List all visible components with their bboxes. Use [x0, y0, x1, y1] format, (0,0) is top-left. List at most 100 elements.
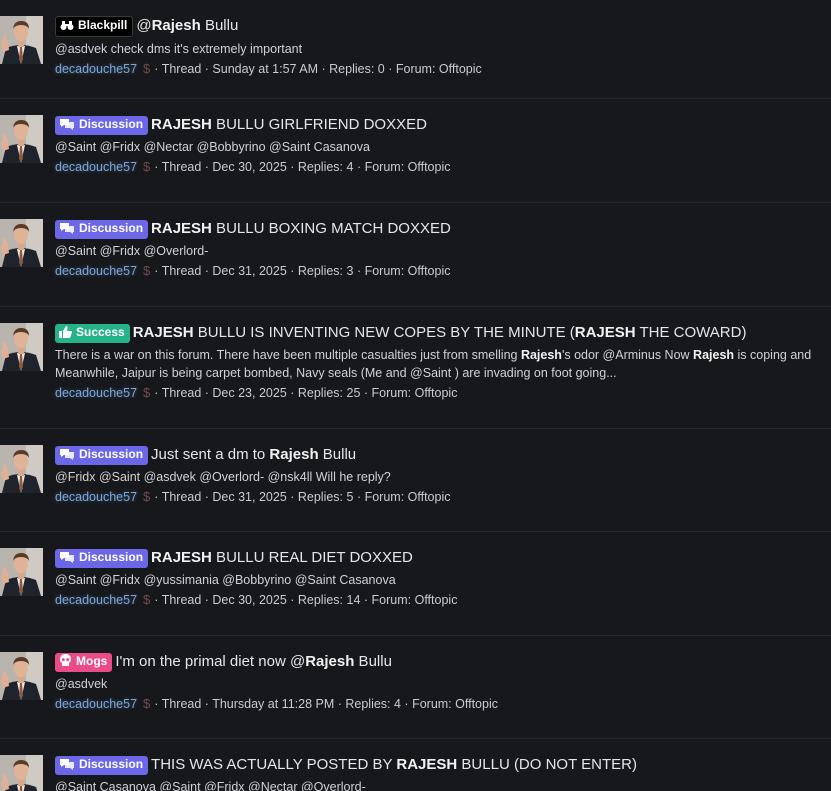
avatar[interactable] [0, 16, 43, 64]
author-username-link[interactable]: decadouche57 [55, 697, 137, 711]
search-result-item[interactable]: Discussion RAJESH BULLU REAL DIET DOXXED @… [0, 532, 831, 636]
snippet-fragment: There is a war on this forum. There have… [55, 348, 521, 362]
search-result-item[interactable]: Discussion RAJESH BULLU BOXING MATCH DOXX… [0, 203, 831, 307]
forum-link[interactable]: Forum: Offtopic [365, 264, 451, 278]
avatar[interactable] [0, 548, 43, 596]
result-title[interactable]: Discussion RAJESH BULLU BOXING MATCH DOXX… [55, 219, 831, 239]
meta-separator: · [201, 593, 213, 607]
search-highlight: Rajesh [305, 653, 355, 670]
result-title-link[interactable]: RAJESH BULLU REAL DIET DOXXED [151, 549, 413, 566]
author-username-link[interactable]: decadouche57 [55, 386, 137, 400]
result-body: Discussion Just sent a dm to Rajesh Bullu… [55, 445, 831, 506]
comments-icon [59, 551, 75, 568]
thread-prefix-text: Discussion [79, 221, 144, 235]
result-title[interactable]: Discussion RAJESH BULLU GIRLFRIEND DOXXED [55, 115, 831, 135]
author-username-link[interactable]: decadouche57 [55, 62, 137, 76]
post-date[interactable]: Dec 23, 2025 [212, 386, 286, 400]
meta-separator: · [286, 593, 298, 607]
meta-separator: · [201, 490, 213, 504]
dollar-sign-icon: $ [143, 61, 151, 76]
result-title-link[interactable]: RAJESH BULLU IS INVENTING NEW COPES BY T… [133, 324, 747, 341]
thread-prefix-text: Discussion [79, 550, 144, 564]
meta-separator: · [154, 264, 162, 278]
result-meta: decadouche57 $ · Thread · Dec 31, 2025 · R… [55, 262, 831, 280]
dollar-sign-icon: $ [143, 592, 151, 607]
title-fragment: BULLU IS INVENTING NEW COPES BY THE MINU… [193, 324, 575, 341]
search-result-item[interactable]: Blackpill @Rajesh Bullu @asdvek check dms … [0, 0, 831, 99]
meta-separator: · [318, 62, 330, 76]
search-result-item[interactable]: Success RAJESH BULLU IS INVENTING NEW COP… [0, 307, 831, 429]
result-title[interactable]: Discussion Just sent a dm to Rajesh Bullu [55, 445, 831, 465]
thread-prefix-text: Discussion [79, 117, 144, 131]
title-fragment: Bullu [318, 446, 357, 463]
content-type: Thread [161, 62, 202, 76]
search-highlight: Rajesh [269, 446, 319, 463]
post-date[interactable]: Thursday at 11:28 PM [212, 697, 334, 711]
post-date[interactable]: Sunday at 1:57 AM [212, 62, 318, 76]
post-date[interactable]: Dec 31, 2025 [212, 264, 286, 278]
forum-link[interactable]: Forum: Offtopic [372, 386, 458, 400]
meta-separator: · [353, 490, 365, 504]
post-date[interactable]: Dec 30, 2025 [212, 593, 286, 607]
result-title[interactable]: Discussion RAJESH BULLU REAL DIET DOXXED [55, 548, 831, 568]
title-fragment: THE COWARD) [635, 324, 747, 341]
title-fragment: Bullu [354, 653, 392, 670]
search-result-item[interactable]: Mogs I'm on the primal diet now @Rajesh B… [0, 636, 831, 739]
result-title[interactable]: Blackpill @Rajesh Bullu [55, 16, 831, 37]
search-highlight: RAJESH [132, 324, 194, 341]
author-username-link[interactable]: decadouche57 [55, 160, 137, 174]
forum-link[interactable]: Forum: Offtopic [372, 593, 458, 607]
search-result-item[interactable]: Discussion Just sent a dm to Rajesh Bullu… [0, 429, 831, 532]
avatar[interactable] [0, 652, 43, 700]
result-title-link[interactable]: Just sent a dm to Rajesh Bullu [151, 446, 356, 463]
post-date[interactable]: Dec 30, 2025 [212, 160, 286, 174]
result-snippet: @Saint @Fridx @yussimania @Bobbyrino @Sa… [55, 571, 831, 589]
result-snippet: @Fridx @Saint @asdvek @Overlord- @nsk4ll… [55, 468, 831, 486]
result-title[interactable]: Success RAJESH BULLU IS INVENTING NEW COP… [55, 323, 831, 343]
result-title-link[interactable]: RAJESH BULLU GIRLFRIEND DOXXED [151, 116, 427, 133]
title-fragment: @ [136, 17, 152, 34]
thumbs-up-icon [59, 326, 72, 343]
result-snippet: There is a war on this forum. There have… [55, 346, 831, 364]
result-title-link[interactable]: I'm on the primal diet now @Rajesh Bullu [115, 653, 392, 670]
author-username-link[interactable]: decadouche57 [55, 593, 137, 607]
search-highlight: Rajesh [520, 348, 562, 362]
result-title-link[interactable]: RAJESH BULLU BOXING MATCH DOXXED [151, 220, 451, 237]
search-result-item[interactable]: Discussion THIS WAS ACTUALLY POSTED BY RA… [0, 739, 831, 791]
reply-count: Replies: 14 [297, 593, 361, 607]
forum-link[interactable]: Forum: Offtopic [396, 62, 482, 76]
search-result-item[interactable]: Discussion RAJESH BULLU GIRLFRIEND DOXXED… [0, 99, 831, 203]
post-date[interactable]: Dec 31, 2025 [212, 490, 286, 504]
title-fragment: Bullu [200, 17, 239, 34]
comments-icon [59, 118, 75, 135]
meta-separator: · [353, 264, 365, 278]
meta-separator: · [154, 490, 162, 504]
forum-link[interactable]: Forum: Offtopic [365, 160, 451, 174]
dollar-sign-icon: $ [143, 385, 151, 400]
avatar[interactable] [0, 445, 43, 493]
reply-count: Replies: 25 [297, 386, 361, 400]
avatar[interactable] [0, 755, 43, 791]
result-title-link[interactable]: THIS WAS ACTUALLY POSTED BY RAJESH BULLU… [151, 756, 637, 773]
avatar[interactable] [0, 323, 43, 371]
snippet-fragment: @Saint @Fridx @Nectar @Bobbyrino @Saint … [55, 140, 370, 154]
thread-prefix-text: Success [76, 325, 125, 339]
meta-separator: · [201, 264, 213, 278]
forum-link[interactable]: Forum: Offtopic [365, 490, 451, 504]
author-username-link[interactable]: decadouche57 [55, 264, 137, 278]
author-username-link[interactable]: decadouche57 [55, 490, 137, 504]
result-body: Mogs I'm on the primal diet now @Rajesh B… [55, 652, 831, 713]
result-meta: decadouche57 $ · Thread · Thursday at 11:2… [55, 695, 831, 713]
title-fragment: BULLU BOXING MATCH DOXXED [211, 220, 451, 237]
result-snippet: @Saint @Fridx @Nectar @Bobbyrino @Saint … [55, 138, 831, 156]
title-fragment: THIS WAS ACTUALLY POSTED BY [151, 756, 397, 773]
forum-link[interactable]: Forum: Offtopic [412, 697, 498, 711]
result-title-link[interactable]: @Rajesh Bullu [136, 17, 238, 34]
avatar[interactable] [0, 219, 43, 267]
result-title[interactable]: Discussion THIS WAS ACTUALLY POSTED BY RA… [55, 755, 831, 775]
comments-icon [59, 222, 75, 239]
title-fragment: BULLU REAL DIET DOXXED [211, 549, 413, 566]
meta-separator: · [286, 264, 298, 278]
avatar[interactable] [0, 115, 43, 163]
result-title[interactable]: Mogs I'm on the primal diet now @Rajesh B… [55, 652, 831, 672]
